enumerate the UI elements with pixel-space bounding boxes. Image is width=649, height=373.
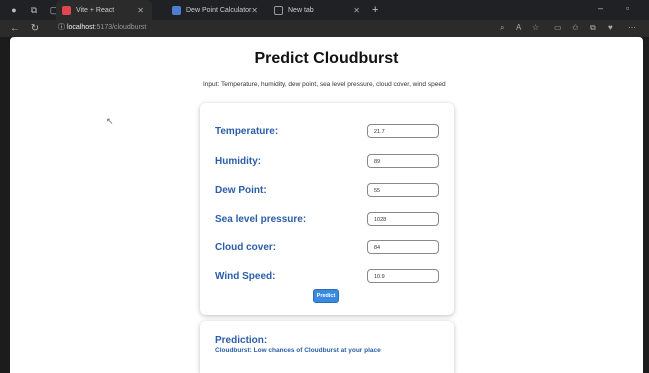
refresh-icon[interactable]: ↻ [30, 23, 40, 34]
read-aloud-icon[interactable]: A [516, 23, 521, 32]
prediction-result-card: Prediction: Cloudburst: Low chances of C… [200, 321, 454, 373]
tab-dew-point-calculator[interactable]: Dew Point Calculator ✕ [166, 0, 266, 20]
temperature-input[interactable]: 21.7 [367, 124, 439, 138]
back-icon[interactable]: ← [10, 23, 20, 34]
close-tab-icon[interactable]: ✕ [353, 6, 360, 15]
restore-icon[interactable]: ▫ [626, 3, 629, 13]
info-icon: ⓘ [58, 24, 67, 31]
close-tab-icon[interactable]: ✕ [137, 6, 144, 15]
workspaces-icon[interactable]: ⧉ [28, 4, 40, 16]
field-temperature: Temperature: 21.7 [215, 124, 445, 138]
minimize-icon[interactable]: – [598, 3, 603, 13]
tab-title: New tab [288, 6, 314, 14]
wind-speed-input[interactable]: 10.9 [367, 269, 439, 283]
dew-point-input[interactable]: 55 [367, 183, 439, 197]
page-viewport: Predict Cloudburst Input: Temperature, h… [10, 37, 643, 373]
close-tab-icon[interactable]: ✕ [251, 6, 258, 15]
cloud-cover-input[interactable]: 84 [367, 240, 439, 254]
page-title: Predict Cloudburst [254, 50, 399, 67]
predict-button[interactable]: Predict [313, 289, 339, 303]
prediction-result-text: Cloudburst: Low chances of Cloudburst at… [215, 347, 381, 354]
zoom-icon[interactable]: ⌕ [500, 23, 504, 33]
favorites-icon[interactable]: ✩ [572, 23, 579, 32]
tab-title: Vite + React [76, 6, 115, 14]
prediction-form: Temperature: 21.7 Humidity: 89 Dew Point… [200, 103, 454, 315]
field-dew-point: Dew Point: 55 [215, 183, 445, 197]
calculator-favicon-icon [172, 5, 181, 15]
cloud-cover-label: Cloud cover: [215, 242, 277, 253]
page-subtitle: Input: Temperature, humidity, dew point,… [203, 81, 446, 88]
wind-speed-label: Wind Speed: [215, 271, 276, 282]
temperature-label: Temperature: [215, 126, 279, 137]
url-field[interactable]: ⓘ localhost:5173/cloudburst [58, 22, 146, 32]
copilot-icon[interactable]: ♥ [608, 23, 613, 32]
tab-new-tab[interactable]: New tab ✕ [268, 0, 368, 20]
mouse-cursor-icon: ↖ [106, 116, 114, 126]
favorite-star-icon[interactable]: ☆ [532, 23, 539, 32]
field-sea-level-pressure: Sea level pressure: 1028 [215, 212, 445, 226]
more-menu-icon[interactable]: ⋯ [628, 23, 636, 32]
field-wind-speed: Wind Speed: 10.9 [215, 269, 445, 283]
newtab-favicon-icon [274, 5, 283, 15]
url-host: localhost [66, 24, 95, 31]
split-screen-icon[interactable]: ▭ [554, 23, 562, 32]
sea-level-pressure-input[interactable]: 1028 [367, 212, 439, 226]
url-path: :5173/cloudburst [94, 24, 147, 31]
profile-icon[interactable]: ● [8, 4, 20, 16]
sea-level-pressure-label: Sea level pressure: [215, 214, 307, 225]
field-cloud-cover: Cloud cover: 84 [215, 240, 445, 254]
tab-bar: ● ⧉ ▢ Vite + React ✕ Dew Point Calculato… [0, 0, 649, 20]
tab-title: Dew Point Calculator [186, 6, 252, 14]
humidity-input[interactable]: 89 [367, 154, 439, 168]
prediction-heading: Prediction: [215, 335, 268, 346]
collections-icon[interactable]: ⧉ [590, 23, 596, 33]
dew-point-label: Dew Point: [215, 185, 267, 196]
new-tab-button[interactable]: + [372, 4, 378, 16]
tab-vite-react[interactable]: Vite + React ✕ [56, 0, 152, 20]
humidity-label: Humidity: [215, 156, 262, 167]
field-humidity: Humidity: 89 [215, 154, 445, 168]
address-bar-row: ← ↻ ⓘ localhost:5173/cloudburst ⌕ A ☆ ▭ … [0, 20, 649, 37]
vite-favicon-icon [62, 5, 71, 15]
